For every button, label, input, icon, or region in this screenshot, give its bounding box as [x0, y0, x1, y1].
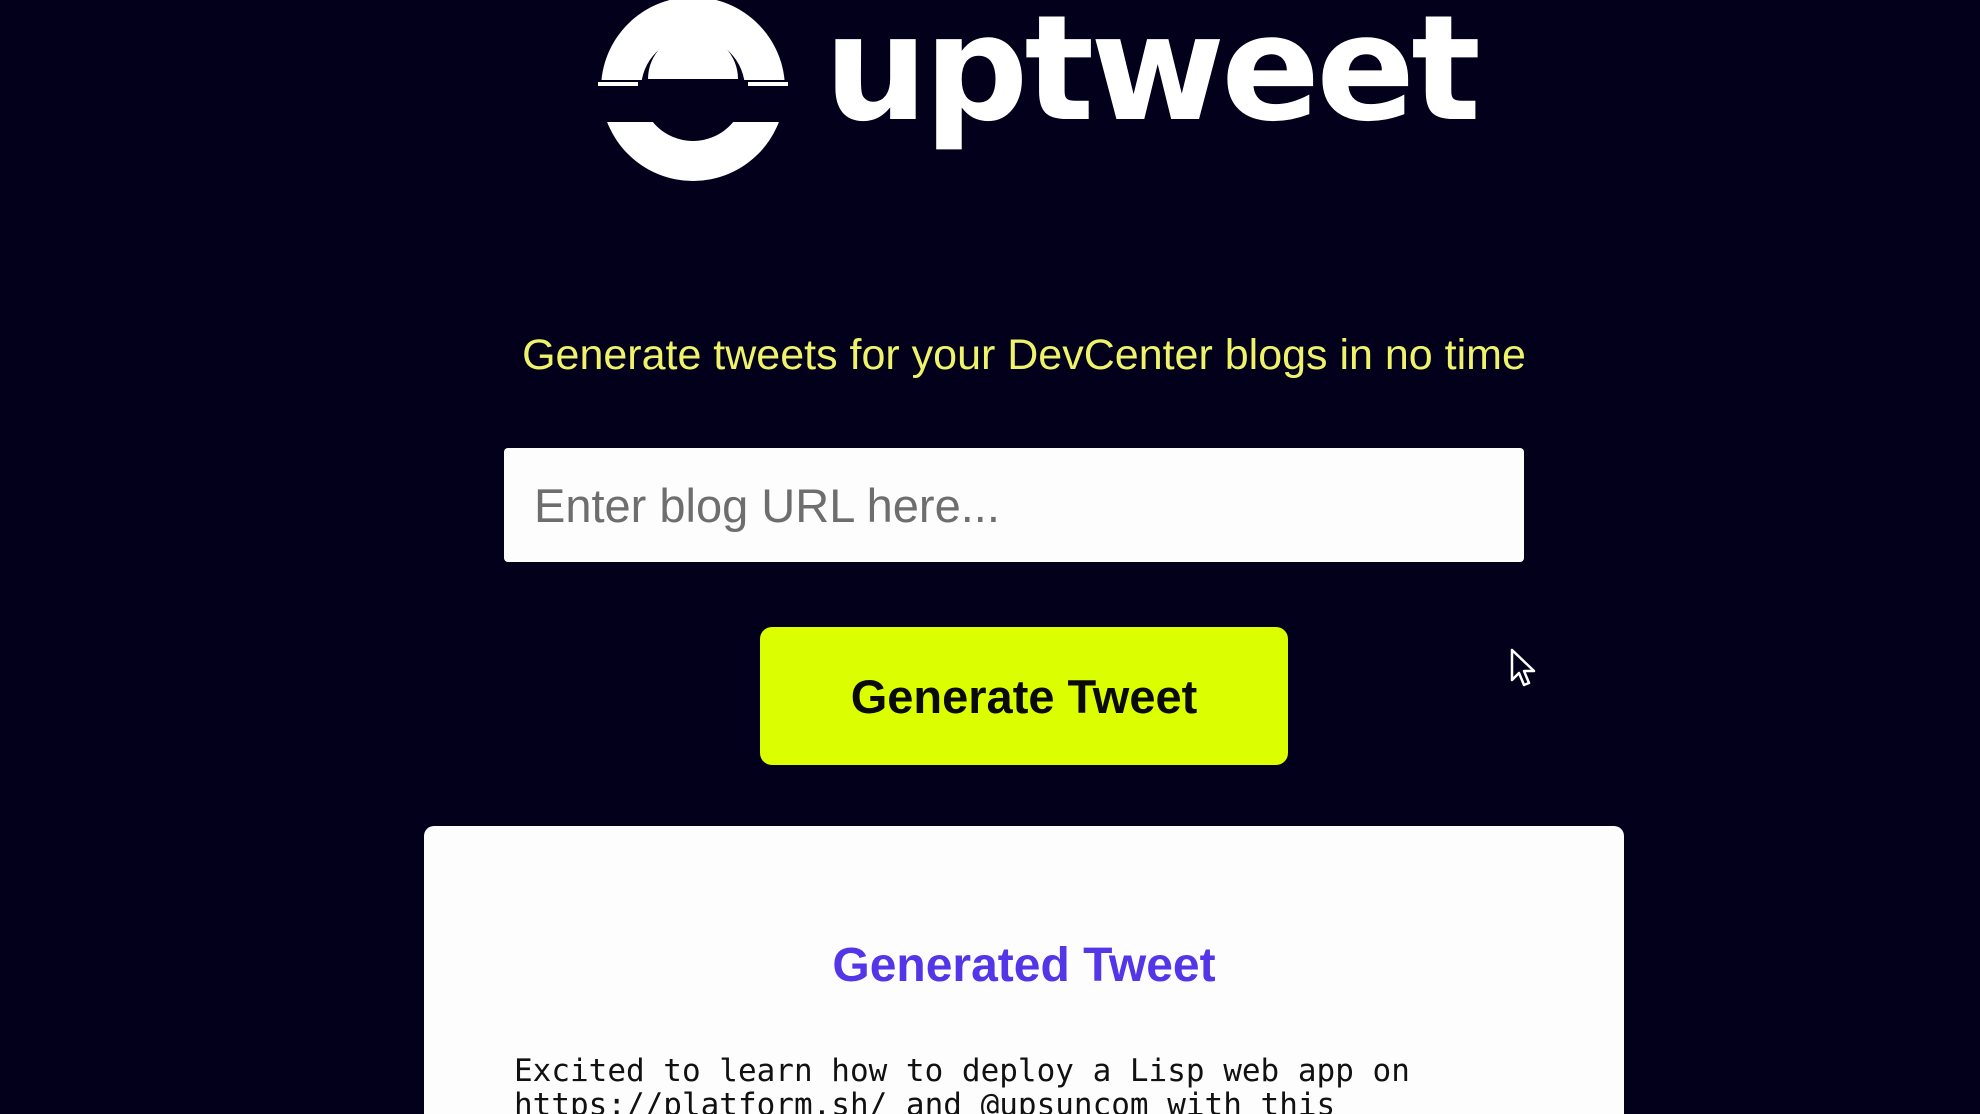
uptweet-logo-icon	[598, 0, 788, 181]
generated-tweet-text: Excited to learn how to deploy a Lisp we…	[514, 1053, 1410, 1114]
generated-tweet-title: Generated Tweet	[832, 939, 1216, 992]
app-page: uptweet Generate tweets for your DevCent…	[0, 0, 1980, 1114]
generated-tweet-card: Generated Tweet Excited to learn how to …	[424, 826, 1624, 1114]
brand-wordmark: uptweet	[824, 0, 1481, 154]
blog-url-input[interactable]	[504, 448, 1524, 562]
page-tagline: Generate tweets for your DevCenter blogs…	[522, 331, 1526, 379]
mouse-pointer-icon	[1510, 648, 1536, 687]
brand-logo: uptweet	[598, 0, 1481, 184]
generate-tweet-button[interactable]: Generate Tweet	[760, 627, 1288, 765]
